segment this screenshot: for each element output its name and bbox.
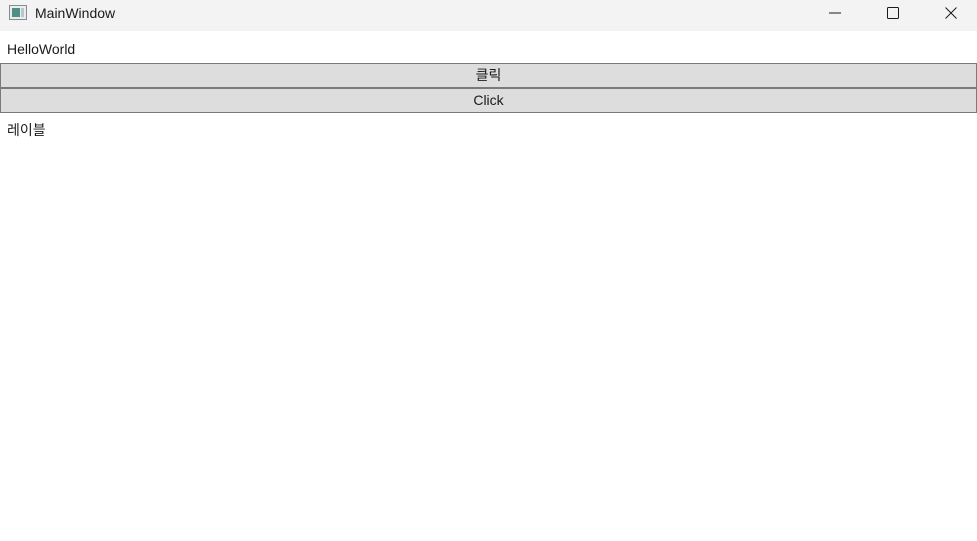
main-window: MainWindow HelloWorld 클릭 Click 레이블 xyxy=(0,0,977,541)
hello-world-label: HelloWorld xyxy=(7,41,76,57)
title-bar[interactable]: MainWindow xyxy=(0,0,977,31)
app-window-icon[interactable] xyxy=(9,5,27,20)
minimize-icon xyxy=(829,7,841,19)
maximize-button[interactable] xyxy=(864,0,922,25)
click-button[interactable]: Click xyxy=(0,88,977,113)
korean-label: 레이블 xyxy=(7,122,46,138)
close-button[interactable] xyxy=(922,0,977,25)
window-title: MainWindow xyxy=(35,5,116,21)
minimize-button[interactable] xyxy=(806,0,864,25)
korean-click-button[interactable]: 클릭 xyxy=(0,63,977,88)
maximize-icon xyxy=(887,6,899,19)
close-icon xyxy=(945,6,957,19)
